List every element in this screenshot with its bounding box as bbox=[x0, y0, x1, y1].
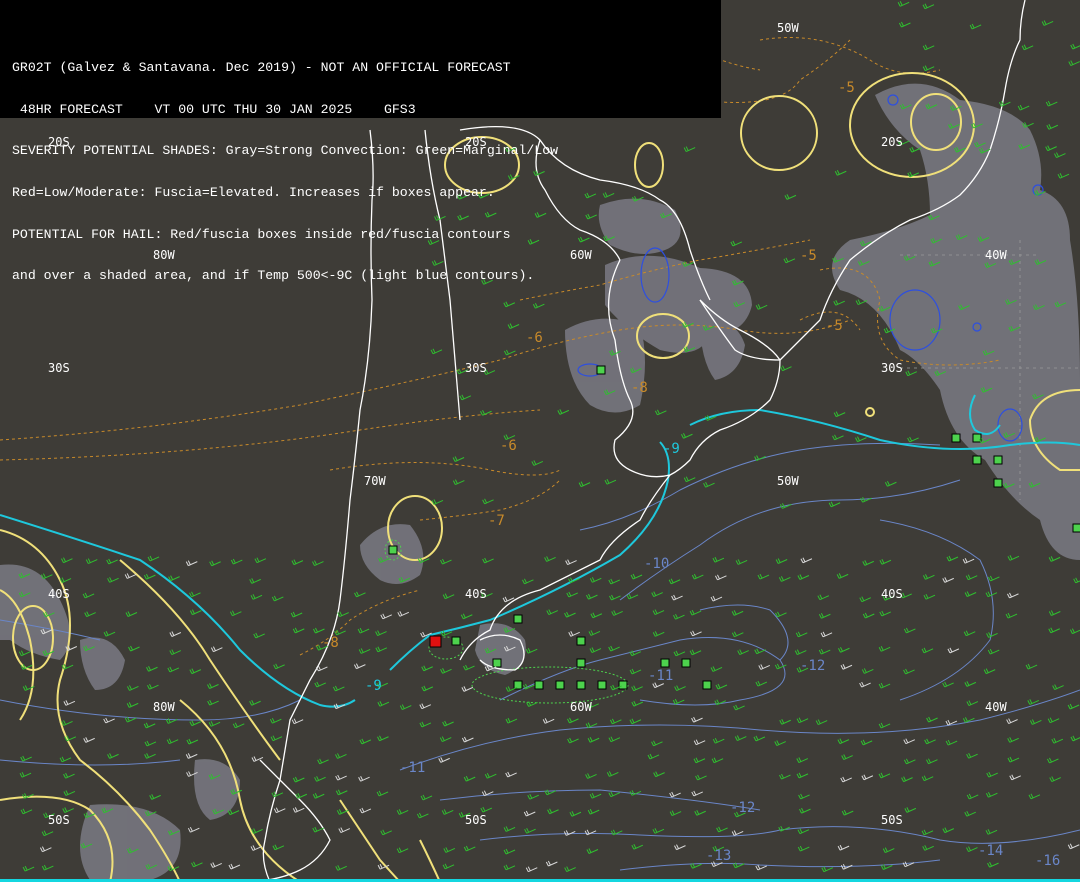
marginal-box bbox=[1072, 523, 1080, 533]
lon-label-40w: 40W bbox=[985, 248, 1007, 262]
marginal-box bbox=[702, 680, 712, 690]
header-line-forecast: 48HR FORECAST VT 00 UTC THU 30 JAN 2025 … bbox=[12, 102, 416, 117]
header-line-title: GR02T (Galvez & Santavana. Dec 2019) - N… bbox=[12, 60, 511, 75]
lon-label-80w-south: 80W bbox=[153, 700, 175, 714]
blue-contour-label: -14 bbox=[978, 843, 1003, 859]
orange-contour-label: -7 bbox=[488, 513, 505, 529]
lat-label-30s-east: 30S bbox=[881, 361, 903, 375]
lat-label-40s-east: 40S bbox=[881, 587, 903, 601]
blue-contour-label: -10 bbox=[644, 556, 669, 572]
marginal-box bbox=[993, 478, 1003, 488]
lat-label-30s: 30S bbox=[48, 361, 70, 375]
marginal-box bbox=[972, 455, 982, 465]
lat-label-50s: 50S bbox=[48, 813, 70, 827]
blue-contour-label: -11 bbox=[400, 760, 425, 776]
orange-contour-label: -8 bbox=[322, 635, 339, 651]
marginal-box bbox=[388, 545, 398, 555]
header-line-severity: SEVERITY POTENTIAL SHADES: Gray=Strong C… bbox=[12, 144, 559, 159]
hail-boxes bbox=[429, 635, 442, 648]
lat-label-40s: 40S bbox=[48, 587, 70, 601]
lon-label-70w: 70W bbox=[364, 474, 386, 488]
marginal-box bbox=[681, 658, 691, 668]
header-line-hail: POTENTIAL FOR HAIL: Red/fuscia boxes ins… bbox=[12, 227, 511, 242]
marginal-box bbox=[618, 680, 628, 690]
marginal-box bbox=[951, 433, 961, 443]
marginal-box bbox=[596, 365, 606, 375]
cyan-contour-label: -9 bbox=[663, 441, 680, 457]
blue-contour-label: -12 bbox=[730, 800, 755, 816]
lat-label-20s-east: 20S bbox=[881, 135, 903, 149]
hail-box bbox=[429, 635, 442, 648]
orange-contour-label: -5 bbox=[800, 248, 817, 264]
marginal-box bbox=[451, 636, 461, 646]
marginal-box bbox=[513, 614, 523, 624]
marginal-box bbox=[555, 680, 565, 690]
orange-contour-label: -5 bbox=[826, 318, 843, 334]
marginal-box bbox=[576, 636, 586, 646]
lon-label-60w-south: 60W bbox=[570, 700, 592, 714]
blue-contour-label: -13 bbox=[706, 848, 731, 864]
blue-contour-label: -16 bbox=[1035, 853, 1060, 869]
blue-contour-label: -12 bbox=[800, 658, 825, 674]
lon-label-40w-south: 40W bbox=[985, 700, 1007, 714]
marginal-box bbox=[576, 658, 586, 668]
marginal-box bbox=[576, 680, 586, 690]
orange-contour-label: -6 bbox=[500, 438, 517, 454]
lat-label-50s-mid: 50S bbox=[465, 813, 487, 827]
header-line-temp: and over a shaded area, and if Temp 500<… bbox=[12, 269, 535, 284]
marginal-box bbox=[534, 680, 544, 690]
lon-label-50w-mid: 50W bbox=[777, 474, 799, 488]
lat-label-40s-mid: 40S bbox=[465, 587, 487, 601]
marginal-box bbox=[597, 680, 607, 690]
marginal-box bbox=[660, 658, 670, 668]
marginal-box bbox=[993, 455, 1003, 465]
cyan-contour-label: -9 bbox=[365, 678, 382, 694]
lon-label-50w: 50W bbox=[777, 21, 799, 35]
lat-label-30s-mid: 30S bbox=[465, 361, 487, 375]
orange-contour-label: -8 bbox=[631, 380, 648, 396]
lat-label-50s-east: 50S bbox=[881, 813, 903, 827]
forecast-header: GR02T (Galvez & Santavana. Dec 2019) - N… bbox=[0, 0, 721, 283]
orange-contour-label: -6 bbox=[526, 330, 543, 346]
header-line-colors: Red=Low/Moderate: Fuscia=Elevated. Incre… bbox=[12, 185, 495, 200]
marginal-box bbox=[492, 658, 502, 668]
blue-contour-label: -11 bbox=[648, 668, 673, 684]
orange-contour-label: -5 bbox=[838, 80, 855, 96]
